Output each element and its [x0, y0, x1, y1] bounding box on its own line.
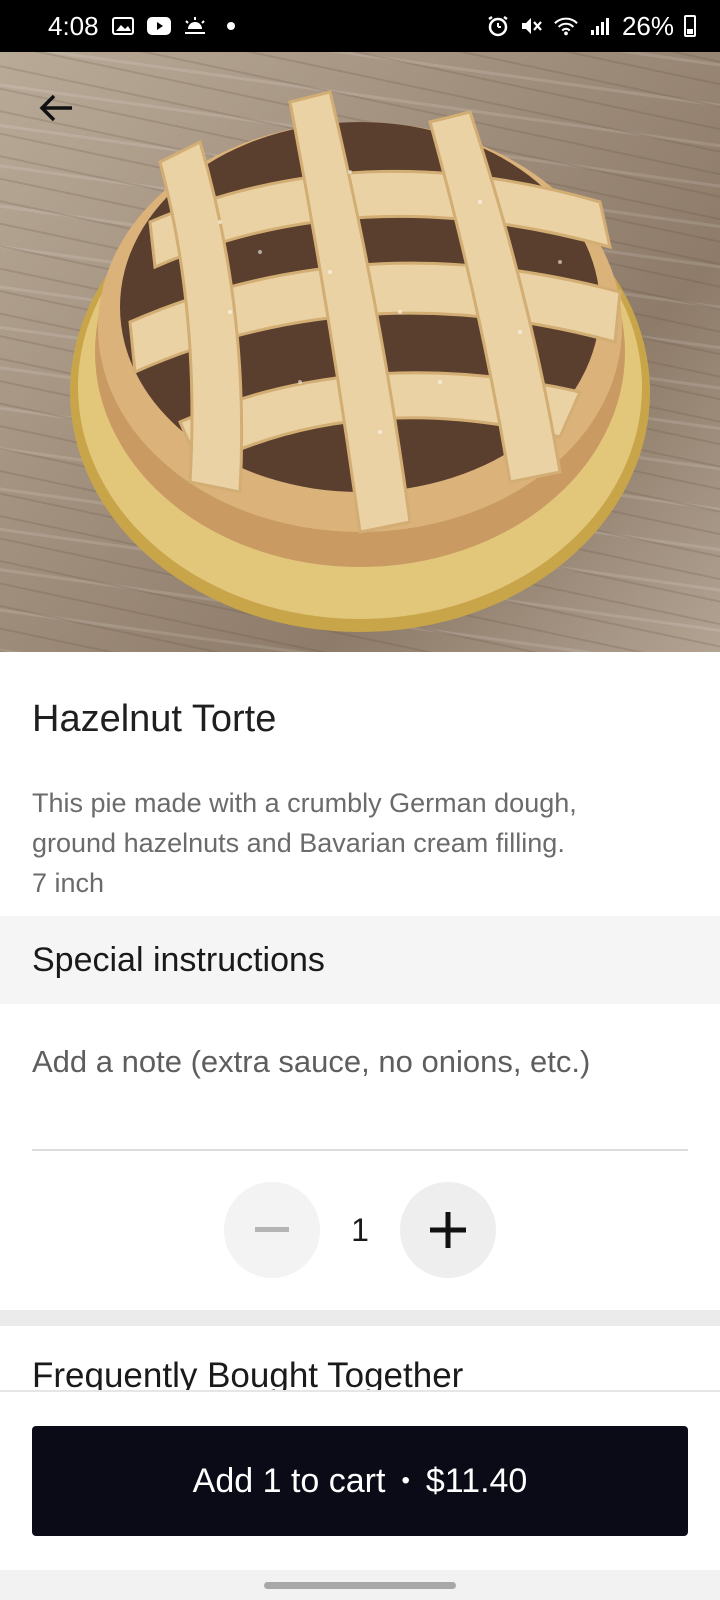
cart-button-price: $11.40 — [425, 1461, 528, 1500]
minus-icon — [255, 1227, 289, 1232]
weather-icon — [183, 14, 207, 38]
description-line: This pie made with a crumbly German doug… — [32, 788, 577, 818]
signal-icon — [588, 14, 612, 38]
section-divider — [0, 1310, 720, 1326]
arrow-left-icon — [39, 94, 72, 122]
product-description: This pie made with a crumbly German doug… — [32, 783, 682, 903]
battery-percent: 26% — [621, 10, 674, 41]
home-indicator[interactable] — [264, 1582, 456, 1589]
special-instructions-input[interactable] — [32, 1035, 688, 1151]
section-title: Special instructions — [32, 940, 325, 979]
torte-illustration — [70, 90, 650, 632]
cart-button-separator: • — [401, 1467, 410, 1494]
image-icon — [111, 14, 135, 38]
add-to-cart-button[interactable]: Add 1 to cart • $11.40 — [32, 1426, 688, 1536]
wifi-icon — [554, 14, 578, 38]
cart-button-label: Add 1 to cart — [192, 1461, 386, 1500]
alarm-icon — [486, 14, 510, 38]
description-line: ground hazelnuts and Bavarian cream fill… — [32, 828, 565, 858]
description-line: 7 inch — [32, 868, 105, 898]
youtube-icon — [146, 14, 171, 38]
decrease-quantity-button[interactable] — [224, 1182, 320, 1278]
back-button[interactable] — [30, 82, 82, 134]
quantity-stepper: 1 — [224, 1182, 496, 1278]
mute-icon — [520, 14, 544, 38]
frequently-bought-together-heading: Frequently Bought Together — [32, 1356, 464, 1392]
status-time: 4:08 — [48, 10, 99, 41]
quantity-value: 1 — [351, 1211, 369, 1248]
dot-icon — [219, 14, 243, 38]
product-image — [0, 52, 720, 652]
special-instructions-header: Special instructions — [0, 916, 720, 1004]
status-bar: 4:08 26% — [0, 0, 720, 52]
product-title: Hazelnut Torte — [32, 698, 277, 740]
plus-icon — [430, 1212, 466, 1248]
battery-icon — [684, 15, 696, 37]
increase-quantity-button[interactable] — [400, 1182, 496, 1278]
